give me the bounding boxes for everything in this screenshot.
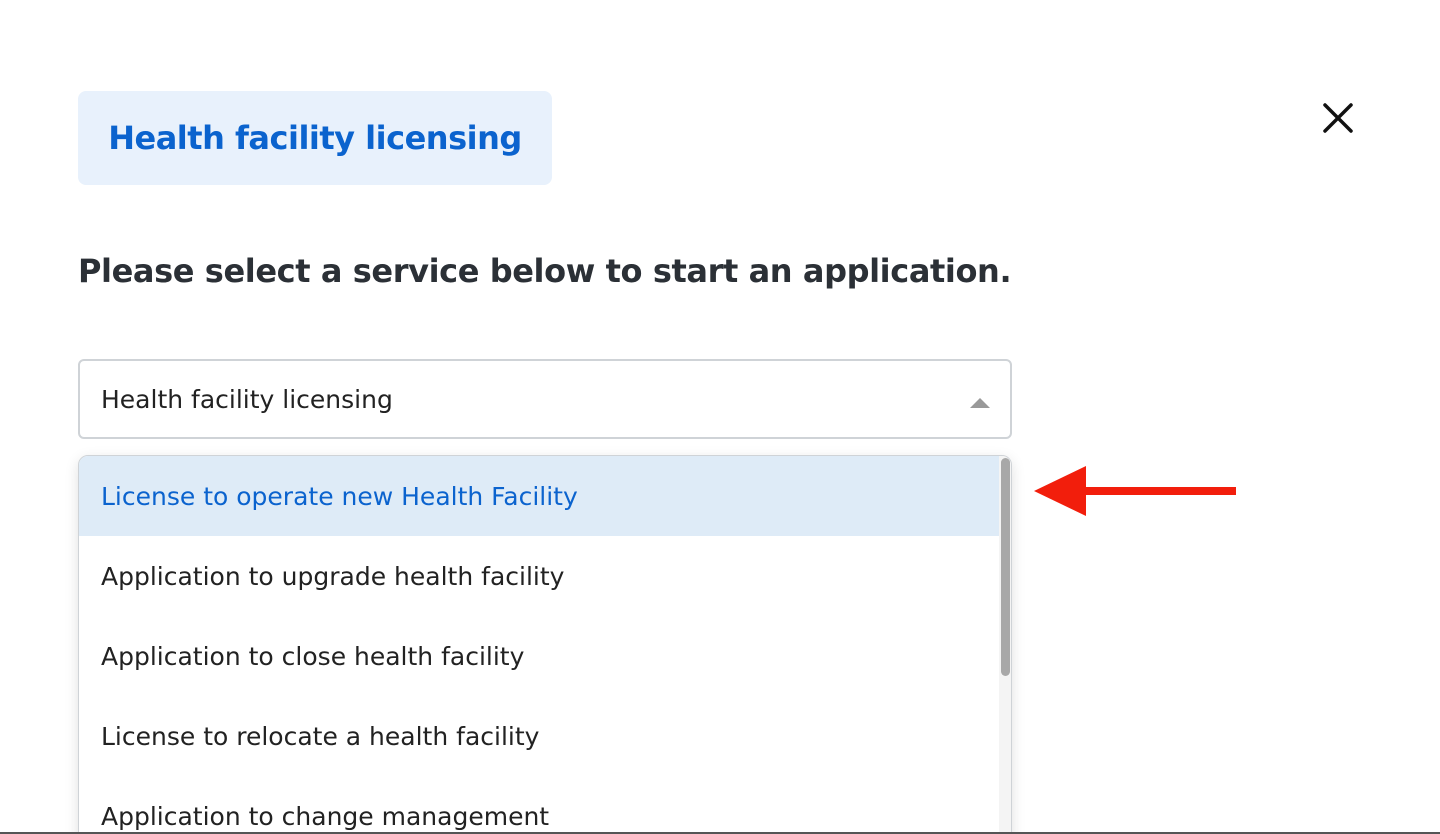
option-label: License to relocate a health facility	[101, 721, 540, 751]
arrow-left-icon	[1034, 466, 1236, 516]
service-category-chip: Health facility licensing	[78, 91, 552, 185]
service-dropdown-list[interactable]: License to operate new Health Facility A…	[78, 455, 1012, 834]
modal: Health facility licensing Please select …	[0, 0, 1440, 834]
service-select[interactable]: Health facility licensing	[78, 359, 1012, 439]
close-icon	[1323, 103, 1353, 133]
option-label: Application to change management	[101, 801, 550, 831]
option-relocate-facility[interactable]: License to relocate a health facility	[79, 696, 999, 776]
page-title: Health facility licensing	[108, 119, 522, 157]
select-value: Health facility licensing	[101, 385, 393, 414]
close-button[interactable]	[1316, 96, 1360, 140]
option-label: Application to upgrade health facility	[101, 561, 565, 591]
scrollbar-thumb[interactable]	[1001, 458, 1010, 676]
option-license-new-facility[interactable]: License to operate new Health Facility	[79, 456, 999, 536]
option-upgrade-facility[interactable]: Application to upgrade health facility	[79, 536, 999, 616]
option-label: License to operate new Health Facility	[101, 481, 578, 511]
option-change-management[interactable]: Application to change management	[79, 776, 999, 834]
option-close-facility[interactable]: Application to close health facility	[79, 616, 999, 696]
instruction-text: Please select a service below to start a…	[78, 252, 1012, 290]
option-label: Application to close health facility	[101, 641, 525, 671]
caret-up-icon	[970, 398, 990, 408]
